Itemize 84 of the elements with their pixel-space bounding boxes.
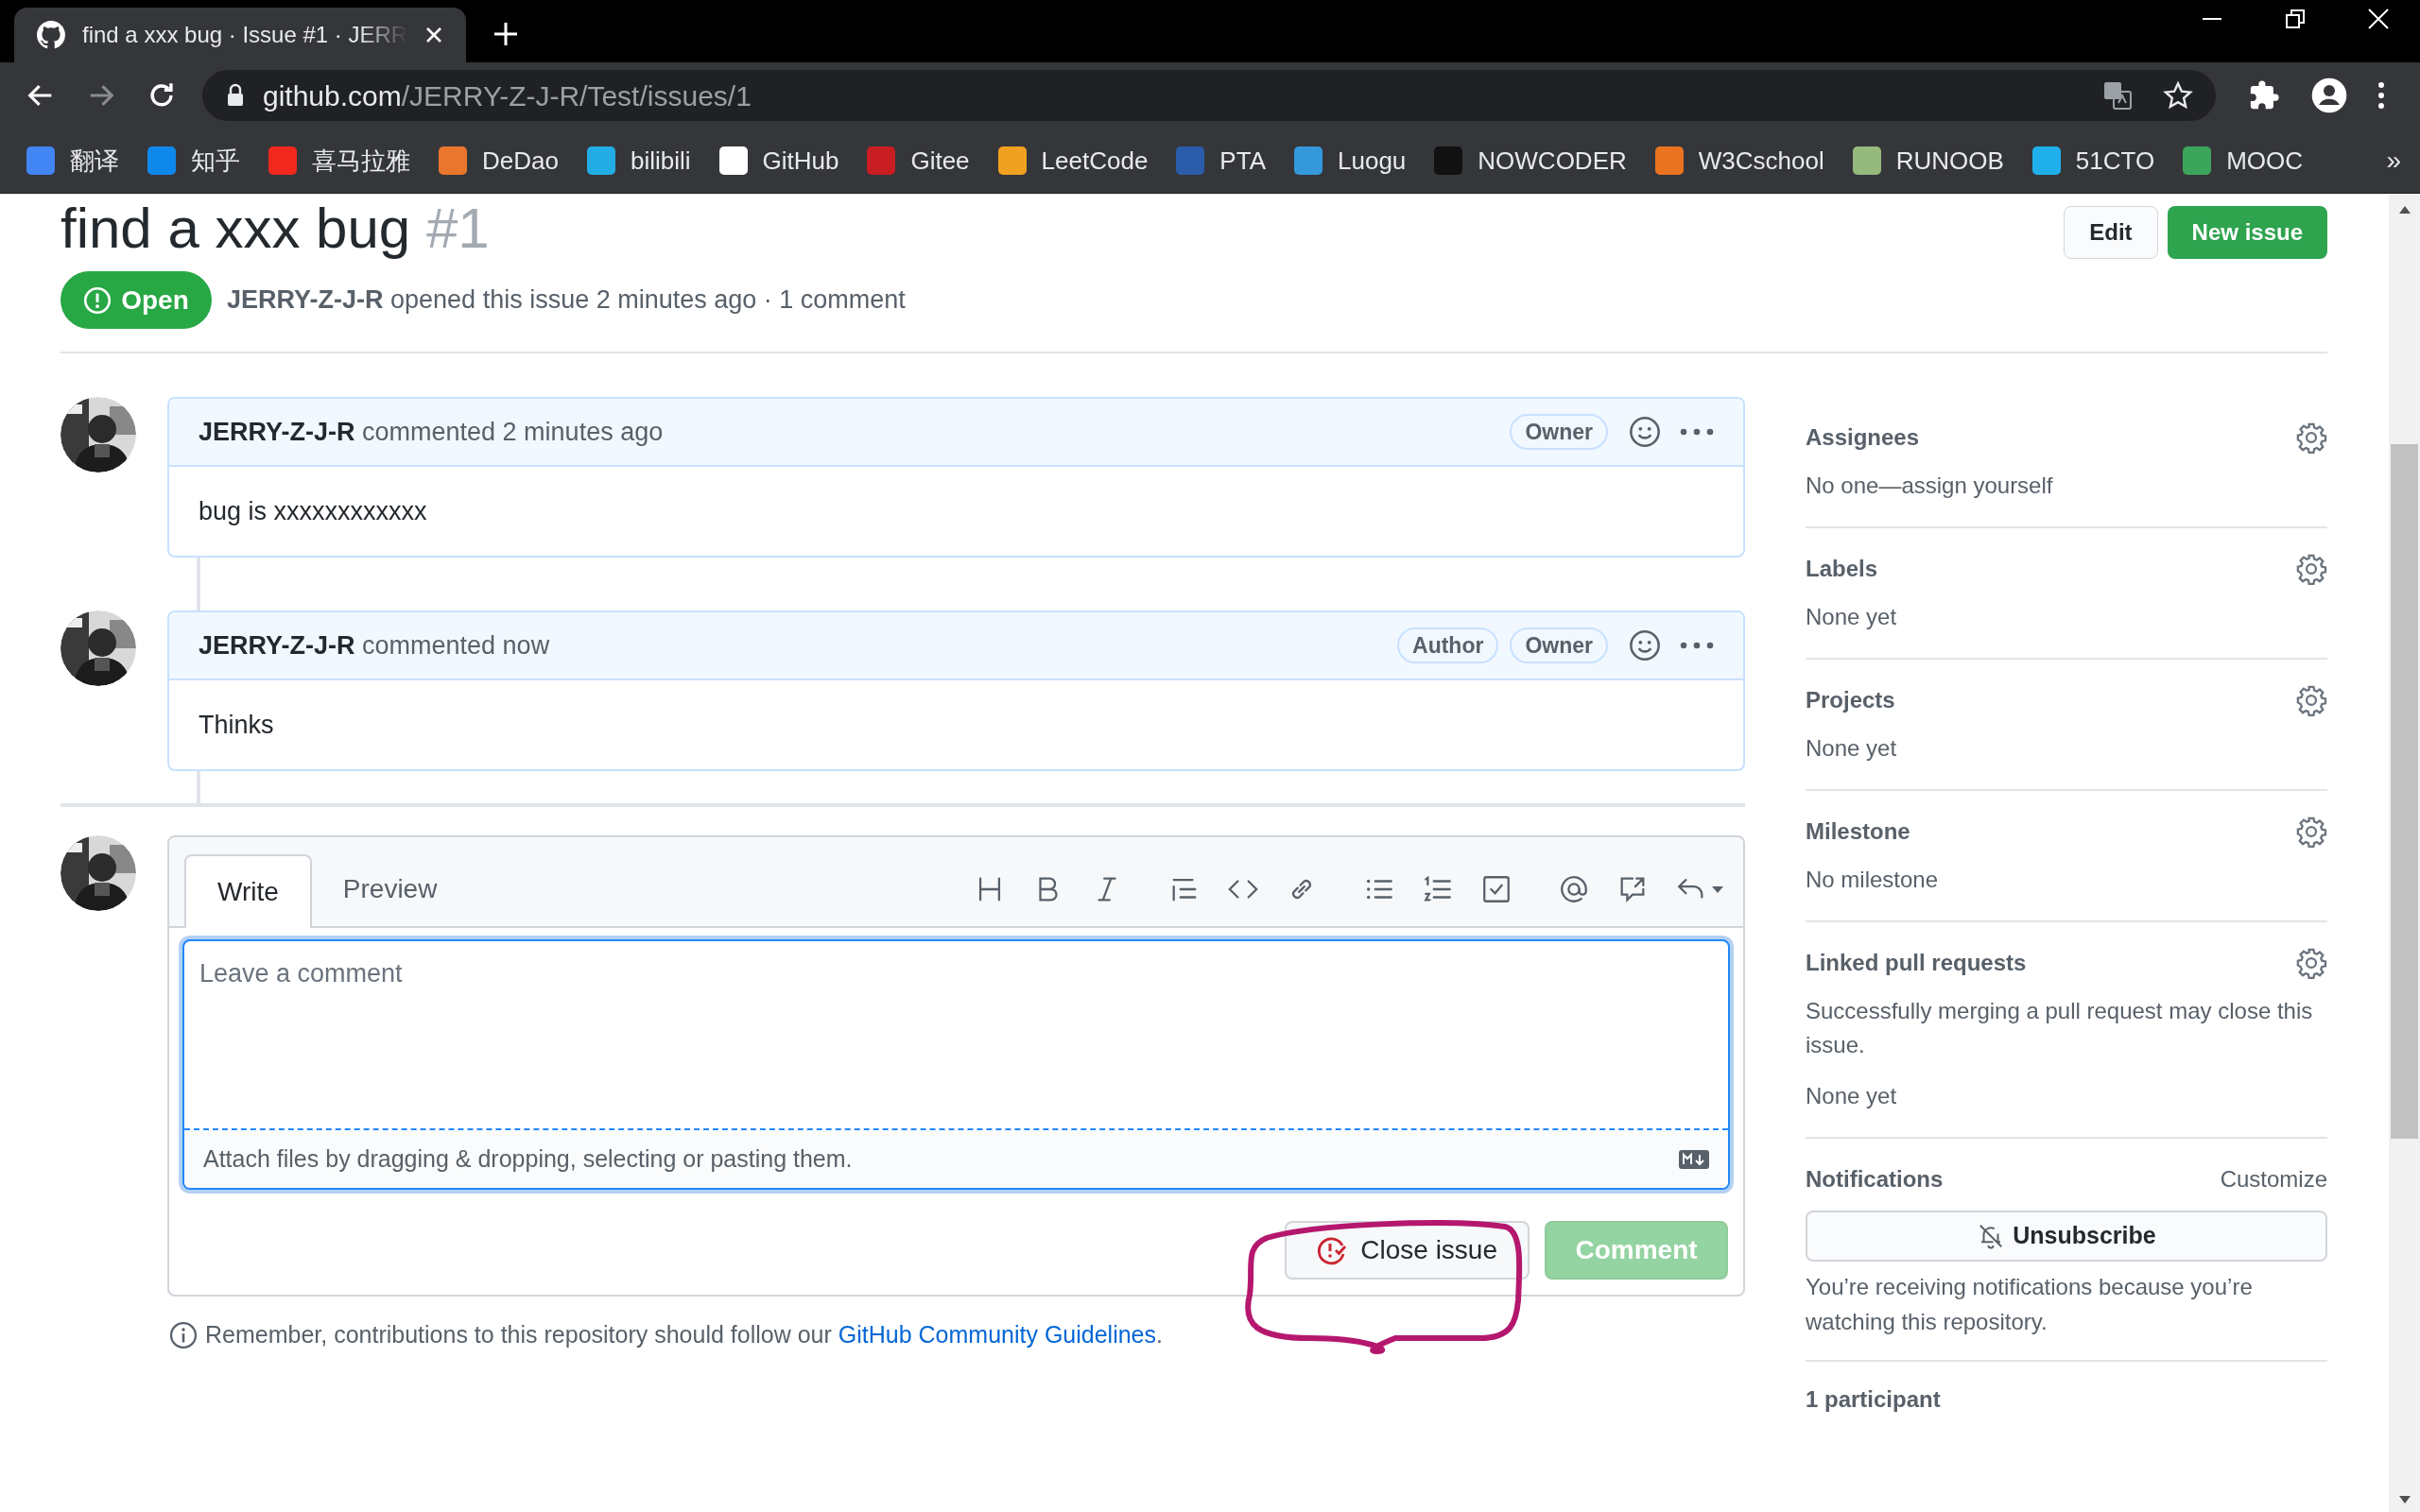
new-tab-icon[interactable]: [493, 21, 519, 47]
bookmark-link[interactable]: MOOC: [2183, 142, 2304, 180]
section-title: Projects: [1806, 686, 1895, 714]
close-icon[interactable]: [424, 26, 443, 44]
comment-header-text: JERRY-Z-J-R commented 2 minutes ago: [199, 416, 664, 448]
open-state-badge: Open: [60, 271, 212, 329]
issue-opened-icon: [83, 285, 112, 315]
gear-icon[interactable]: [2295, 553, 2327, 585]
bookmark-link[interactable]: LeetCode: [997, 142, 1149, 180]
restore-icon[interactable]: [2284, 8, 2307, 30]
role-badge: Owner: [1510, 627, 1608, 663]
translate-icon[interactable]: [2102, 80, 2133, 111]
comment-header-text: JERRY-Z-J-R commented now: [199, 629, 550, 662]
caret-icon[interactable]: [1711, 885, 1724, 894]
bookmark-link[interactable]: W3Cschool: [1654, 142, 1824, 180]
bookmark-link[interactable]: GitHub: [718, 142, 839, 180]
guidelines-link[interactable]: GitHub Community Guidelines: [838, 1321, 1156, 1348]
extensions-icon[interactable]: [2248, 79, 2280, 112]
bookmark-link[interactable]: RUNOOB: [1852, 142, 2004, 180]
close-window-icon[interactable]: [2367, 8, 2390, 30]
mention-icon[interactable]: [1558, 873, 1590, 905]
bookmark-link[interactable]: NOWCODER: [1434, 142, 1627, 180]
bookmark-link[interactable]: 翻译: [26, 142, 119, 180]
gear-icon[interactable]: [2295, 816, 2327, 848]
scroll-down-icon[interactable]: [2398, 1495, 2411, 1504]
customize-link[interactable]: Customize: [2220, 1162, 2327, 1196]
tab-title: find a xxx bug · Issue #1 · JERR: [82, 21, 407, 49]
edit-button[interactable]: Edit: [2064, 206, 2158, 259]
section-text: None yet: [1806, 734, 1898, 763]
section-title: Labels: [1806, 555, 1878, 583]
section-title: Linked pull requests: [1806, 949, 2027, 977]
issue-meta-text: JERRY-Z-J-R opened this issue 2 minutes ago · 1 comment: [227, 284, 906, 317]
address-bar[interactable]: github.com/JERRY-Z-J-R/Test/issues/1: [202, 70, 2216, 121]
smiley-icon[interactable]: [1629, 416, 1661, 448]
more-icon[interactable]: [1680, 641, 1714, 650]
issue-title: find a xxx bug #1: [60, 196, 490, 262]
bookmark-link[interactable]: bilibili: [586, 142, 691, 180]
editor-tab[interactable]: Preview: [311, 852, 469, 926]
bookmark-link[interactable]: Gitee: [867, 142, 970, 180]
issue-closed-icon: [1317, 1235, 1348, 1265]
browser-tab[interactable]: find a xxx bug · Issue #1 · JERR: [14, 8, 466, 62]
scrollbar[interactable]: [2389, 194, 2420, 1512]
github-icon: [37, 21, 65, 49]
bookmark-link[interactable]: 知乎: [147, 142, 240, 180]
unsubscribe-button[interactable]: Unsubscribe: [1806, 1211, 2327, 1262]
info-icon: [169, 1320, 198, 1349]
gear-icon[interactable]: [2295, 947, 2327, 979]
bookmark-link[interactable]: 喜马拉雅: [268, 142, 410, 180]
scrollbar-thumb[interactable]: [2391, 444, 2418, 1139]
task-list-icon[interactable]: [1480, 873, 1512, 905]
editor-tab[interactable]: Write: [184, 854, 312, 928]
more-bookmarks-button[interactable]: »: [2386, 141, 2401, 180]
role-badge: Owner: [1510, 414, 1608, 450]
section-title: 1 participant: [1806, 1385, 1942, 1414]
star-icon[interactable]: [2163, 80, 2193, 111]
bookmark-link[interactable]: DeDao: [439, 142, 559, 180]
comment-body: bug is xxxxxxxxxxxx: [199, 495, 427, 527]
markdown-icon: [1679, 1149, 1709, 1169]
lock-icon: [225, 83, 246, 108]
more-icon[interactable]: [1680, 427, 1714, 437]
bookmark-link[interactable]: PTA: [1176, 142, 1266, 180]
bookmark-link[interactable]: Luogu: [1294, 142, 1407, 180]
gear-icon[interactable]: [2295, 684, 2327, 716]
smiley-icon[interactable]: [1629, 629, 1661, 662]
section-title: Milestone: [1806, 817, 1910, 846]
notification-text: You’re receiving notifications because you’re watching this repository.: [1806, 1273, 2254, 1336]
menu-icon[interactable]: [2377, 79, 2386, 112]
account-icon[interactable]: [2310, 77, 2348, 114]
section-title: Assignees: [1806, 423, 1920, 452]
section-text: None yet: [1806, 603, 1898, 631]
section-title: Notifications: [1806, 1165, 1944, 1194]
section-text: No one—assign yourself: [1806, 472, 2054, 500]
section-text: Successfully merging a pull request may close this issue.: [1806, 997, 2314, 1059]
comment-field[interactable]: Leave a comment Attach files by dragging & dropping, selecting or pasting them.: [182, 939, 1730, 1190]
guidelines-note: Remember, contributions to this repository should follow our GitHub Community Guidelines.: [205, 1320, 1163, 1349]
attach-files-hint: Attach files by dragging & dropping, selecting or pasting them.: [203, 1143, 853, 1174]
gear-icon[interactable]: [2295, 421, 2327, 454]
scroll-up-icon[interactable]: [2398, 205, 2411, 215]
section-text: None yet: [1806, 1082, 1898, 1110]
bookmark-link[interactable]: 51CTO: [2031, 142, 2155, 180]
role-badge: Author: [1397, 627, 1499, 663]
url-text: github.com/JERRY-Z-J-R/Test/issues/1: [263, 78, 752, 113]
section-text: No milestone: [1806, 866, 1940, 894]
comment-body: Thinks: [199, 709, 274, 741]
